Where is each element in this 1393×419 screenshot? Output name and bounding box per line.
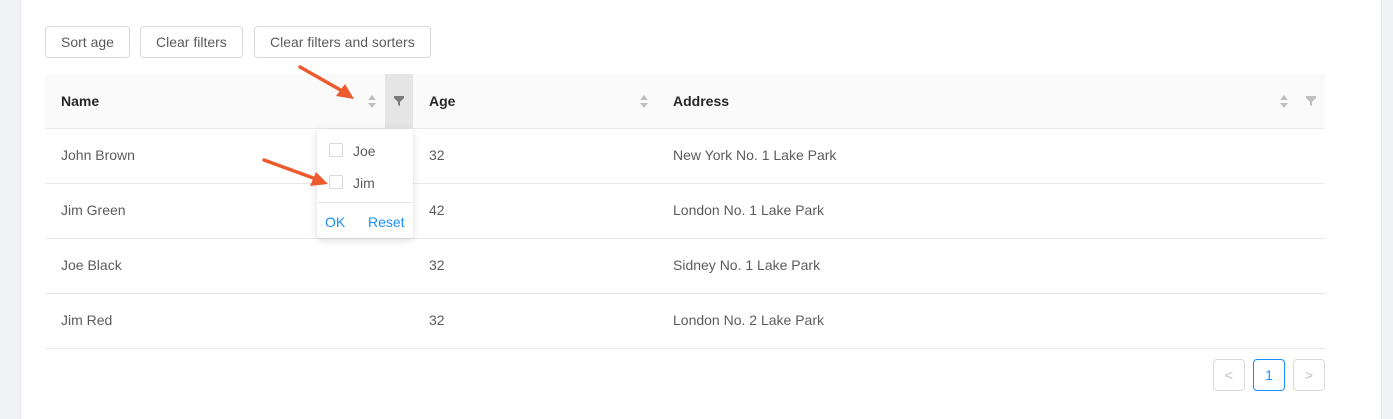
address-sort-icon[interactable] (1280, 95, 1288, 108)
cell-name: Jim Green (61, 202, 126, 218)
cell-address: London No. 2 Lake Park (673, 312, 824, 328)
filter-icon (394, 96, 404, 106)
table-row: Jim Green 42 London No. 1 Lake Park (45, 184, 1325, 239)
annotation-arrow-icon (262, 158, 328, 186)
table-row: Joe Black 32 Sidney No. 1 Lake Park (45, 239, 1325, 294)
name-sort-icon[interactable] (368, 95, 376, 108)
data-table: Name Age Address John Brown 32 New York … (45, 74, 1325, 349)
cell-address: London No. 1 Lake Park (673, 202, 824, 218)
dropdown-divider (317, 202, 413, 203)
pagination-prev-button[interactable]: < (1213, 359, 1245, 391)
pagination-next-button[interactable]: > (1293, 359, 1325, 391)
cell-age: 32 (429, 312, 445, 328)
annotation-arrow-icon (298, 65, 354, 99)
filter-reset-button[interactable]: Reset (368, 214, 405, 230)
checkbox[interactable] (329, 143, 343, 157)
filter-ok-button[interactable]: OK (325, 214, 345, 230)
cell-age: 32 (429, 147, 445, 163)
cell-name: John Brown (61, 147, 135, 163)
cell-name: Jim Red (61, 312, 113, 328)
column-header-name[interactable]: Name (61, 74, 99, 128)
column-header-address[interactable]: Address (673, 74, 729, 128)
name-filter-trigger[interactable] (385, 74, 413, 128)
filter-icon (1306, 96, 1316, 106)
cell-age: 32 (429, 257, 445, 273)
filter-option-label: Joe (353, 143, 376, 159)
filter-option-label: Jim (353, 175, 375, 191)
clear-filters-and-sorters-button[interactable]: Clear filters and sorters (254, 26, 431, 58)
sort-age-button[interactable]: Sort age (45, 26, 130, 58)
table-row: John Brown 32 New York No. 1 Lake Park (45, 129, 1325, 184)
pagination-page-1[interactable]: 1 (1253, 359, 1285, 391)
address-filter-trigger[interactable] (1297, 74, 1325, 128)
cell-name: Joe Black (61, 257, 122, 273)
cell-address: Sidney No. 1 Lake Park (673, 257, 821, 273)
cell-age: 42 (429, 202, 445, 218)
cell-address: New York No. 1 Lake Park (673, 147, 837, 163)
table-row: Jim Red 32 London No. 2 Lake Park (45, 294, 1325, 349)
clear-filters-button[interactable]: Clear filters (140, 26, 243, 58)
column-header-age[interactable]: Age (429, 74, 455, 128)
age-sort-icon[interactable] (640, 95, 648, 108)
table-header: Name Age Address (45, 74, 1325, 129)
